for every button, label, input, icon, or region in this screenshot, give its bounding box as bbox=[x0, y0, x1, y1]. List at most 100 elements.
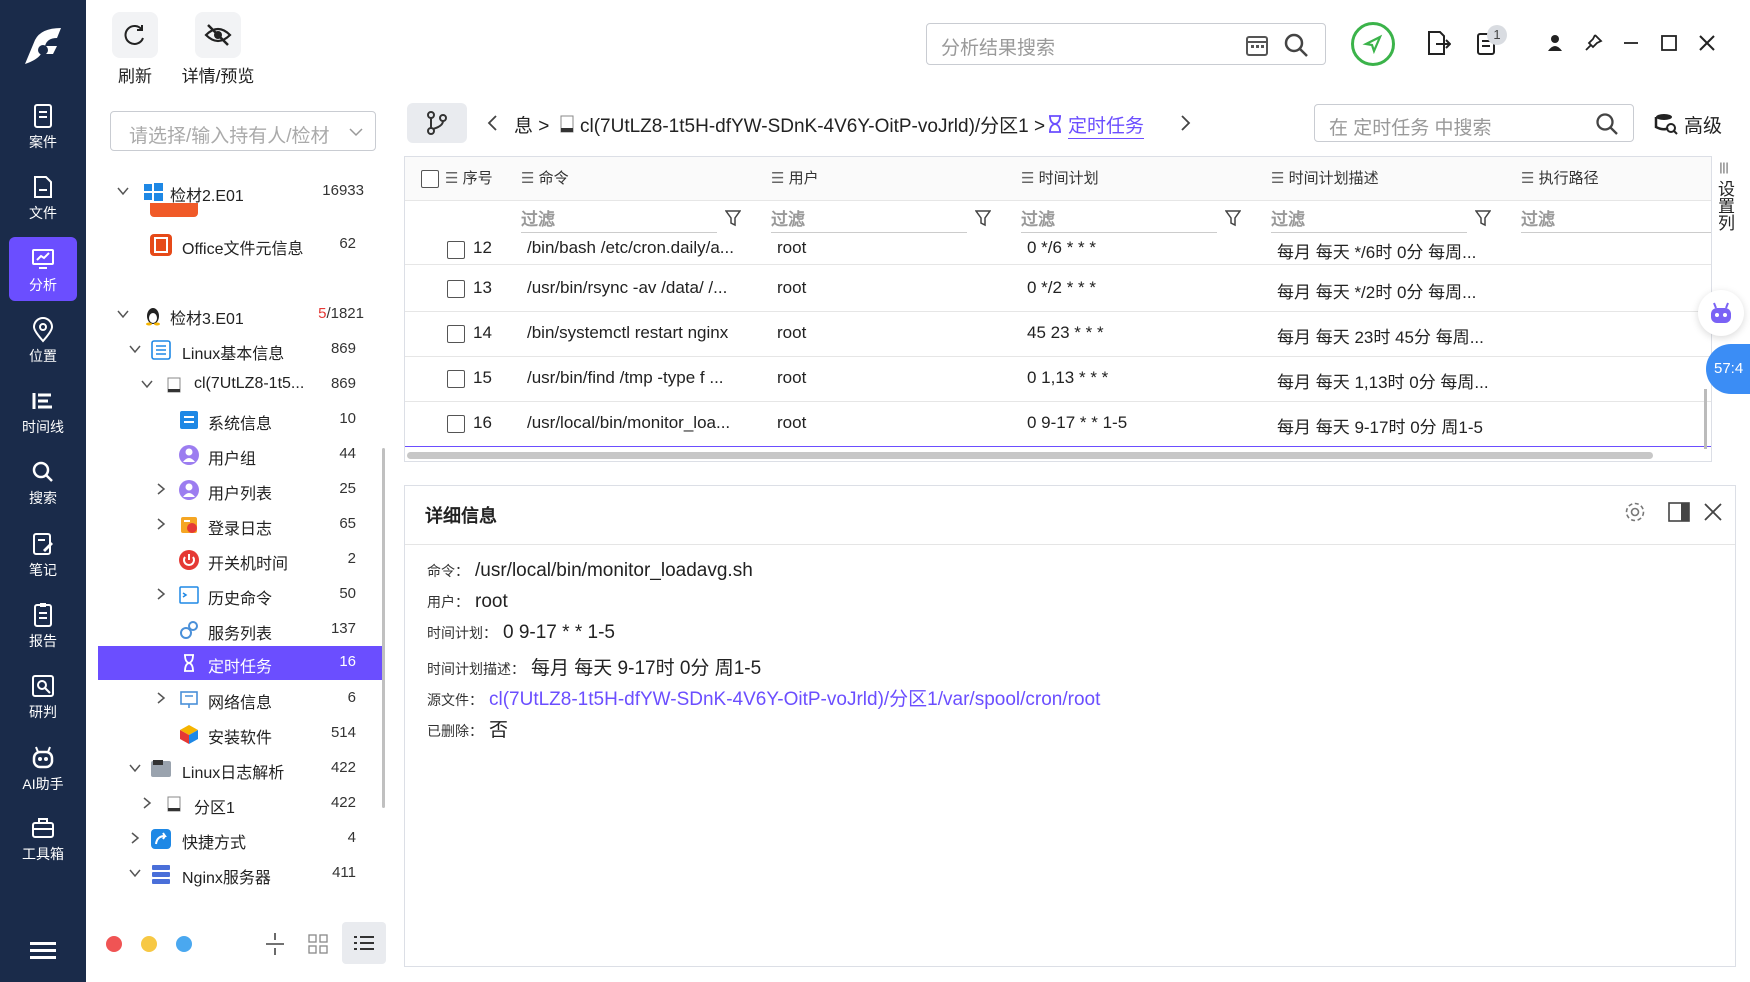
blue-filter-dot[interactable] bbox=[176, 936, 192, 952]
tree-item-login-log[interactable]: 登录日志 65 bbox=[98, 508, 382, 542]
breadcrumb-back-icon[interactable] bbox=[486, 114, 498, 132]
pin-icon[interactable] bbox=[1578, 28, 1608, 58]
list-view-button[interactable] bbox=[342, 922, 386, 964]
column-header-user[interactable]: ☰ 用户 bbox=[771, 157, 819, 201]
breadcrumb-forward-icon[interactable] bbox=[1180, 114, 1192, 132]
tree-label: 网络信息 bbox=[208, 695, 273, 712]
search-icon[interactable] bbox=[1283, 32, 1309, 58]
filter-schedule-desc[interactable]: 过滤 bbox=[1271, 205, 1467, 233]
settings-gear-icon[interactable] bbox=[1623, 500, 1647, 524]
detail-preview-button[interactable]: 详情/预览 bbox=[180, 12, 256, 87]
nav-search[interactable]: 搜索 bbox=[9, 450, 77, 514]
tree-scrollbar[interactable] bbox=[382, 448, 385, 808]
filter-schedule[interactable]: 过滤 bbox=[1021, 205, 1217, 233]
row-checkbox[interactable] bbox=[447, 415, 465, 433]
table-row[interactable]: 13 /usr/bin/rsync -av /data/ /... root 0… bbox=[405, 267, 1711, 312]
close-icon[interactable] bbox=[1703, 502, 1723, 522]
table-row[interactable]: 15 /usr/bin/find /tmp -type f ... root 0… bbox=[405, 357, 1711, 402]
close-icon[interactable] bbox=[1692, 28, 1722, 58]
table-row[interactable]: 12 /bin/bash /etc/cron.daily/a... root 0… bbox=[405, 237, 1711, 265]
row-checkbox[interactable] bbox=[447, 325, 465, 343]
tree-item-office-meta[interactable]: Office文件元信息 62 bbox=[98, 228, 382, 262]
filter-user[interactable]: 过滤 bbox=[771, 205, 967, 233]
nav-ai-assistant[interactable]: AI助手 bbox=[9, 736, 77, 800]
tree-item-usergroup[interactable]: 用户组 44 bbox=[98, 438, 382, 472]
minimize-icon[interactable] bbox=[1616, 28, 1646, 58]
split-panel-icon[interactable] bbox=[1667, 500, 1691, 524]
vertical-scrollbar[interactable] bbox=[1704, 389, 1707, 449]
user-icon[interactable] bbox=[1540, 28, 1570, 58]
file-icon bbox=[34, 176, 52, 198]
nav-report[interactable]: 报告 bbox=[9, 593, 77, 657]
nav-toolbox[interactable]: 工具箱 bbox=[9, 806, 77, 870]
tree-item-linux-basic[interactable]: Linux基本信息 869 bbox=[98, 333, 382, 367]
filter-icon[interactable] bbox=[725, 209, 741, 227]
column-header-command[interactable]: ☰ 命令 bbox=[521, 157, 569, 201]
owner-select[interactable]: 请选择/输入持有人/检材 bbox=[110, 111, 376, 151]
breadcrumb-current[interactable]: 定时任务 bbox=[1068, 111, 1145, 139]
filter-icon[interactable] bbox=[1225, 209, 1241, 227]
column-header-schedule[interactable]: ☰ 时间计划 bbox=[1021, 157, 1099, 201]
collapse-icon[interactable] bbox=[264, 932, 286, 956]
nav-timeline[interactable]: 时间线 bbox=[9, 379, 77, 443]
tree-item-userlist[interactable]: 用户列表 25 bbox=[98, 473, 382, 507]
nav-file[interactable]: 文件 bbox=[9, 165, 77, 229]
timer-widget[interactable]: 57:4 bbox=[1706, 344, 1750, 394]
maximize-icon[interactable] bbox=[1654, 28, 1684, 58]
nav-case[interactable]: 案件 bbox=[9, 94, 77, 158]
red-filter-dot[interactable] bbox=[106, 936, 122, 952]
tree-item-services[interactable]: 服务列表 137 bbox=[98, 613, 382, 647]
filter-icon[interactable] bbox=[975, 209, 991, 227]
tree-item-power[interactable]: 开关机时间 2 bbox=[98, 543, 382, 577]
row-checkbox[interactable] bbox=[447, 241, 465, 259]
table-row-selected[interactable]: 16 /usr/local/bin/monitor_loa... root 0 … bbox=[405, 402, 1711, 447]
nav-analysis[interactable]: 分析 bbox=[9, 237, 77, 301]
detail-field-command: 命令：/usr/local/bin/monitor_loadavg.sh bbox=[427, 560, 753, 581]
tree-item-sysinfo[interactable]: 系统信息 10 bbox=[98, 403, 382, 437]
tree-item-scheduled-tasks[interactable]: 定时任务 16 bbox=[98, 646, 382, 680]
detail-field-deleted: 已删除：否 bbox=[427, 720, 509, 741]
tree-item-nginx[interactable]: Nginx服务器 411 bbox=[98, 857, 382, 891]
tree-item-history[interactable]: 历史命令 50 bbox=[98, 578, 382, 612]
row-checkbox[interactable] bbox=[447, 280, 465, 298]
status-shield-icon[interactable] bbox=[1351, 22, 1395, 66]
menu-icon[interactable] bbox=[30, 940, 56, 962]
tree-item-evidence2[interactable]: 检材2.E01 16933 bbox=[98, 175, 382, 209]
breadcrumb-part[interactable]: cl(7UtLZ8-1t5H-dfYW-SDnK-4V6Y-OitP-voJrl… bbox=[580, 111, 1045, 138]
horizontal-scrollbar[interactable] bbox=[407, 452, 1653, 459]
table-search-input[interactable]: 在 定时任务 中搜索 bbox=[1314, 104, 1634, 142]
tree-item-evidence3[interactable]: 检材3.E01 5/1821 bbox=[98, 298, 382, 332]
filter-command[interactable]: 过滤 bbox=[521, 205, 717, 233]
table-row[interactable]: 14 /bin/systemctl restart nginx root 45 … bbox=[405, 312, 1711, 357]
column-header-exec-path[interactable]: ☰ 执行路径 bbox=[1521, 157, 1599, 201]
ai-bot-button[interactable] bbox=[1698, 290, 1744, 336]
tree-item-partition1[interactable]: 分区1 422 bbox=[98, 787, 382, 821]
search-icon[interactable] bbox=[1595, 112, 1619, 136]
tree-item-shortcut[interactable]: 快捷方式 4 bbox=[98, 822, 382, 856]
column-settings-tab[interactable]: ||| 设置列 bbox=[1712, 156, 1736, 274]
analysis-search-input[interactable]: 分析结果搜索 bbox=[926, 23, 1326, 65]
list-icon bbox=[151, 340, 171, 360]
source-file-link[interactable]: cl(7UtLZ8-1t5H-dfYW-SDnK-4V6Y-OitP-voJrl… bbox=[489, 689, 1100, 710]
export-icon[interactable] bbox=[1423, 28, 1453, 58]
select-all-checkbox[interactable] bbox=[421, 170, 439, 188]
tree-item-network[interactable]: 网络信息 6 bbox=[98, 682, 382, 716]
breadcrumb-part[interactable]: 息 > bbox=[514, 111, 549, 138]
row-checkbox[interactable] bbox=[447, 370, 465, 388]
nav-location[interactable]: 位置 bbox=[9, 308, 77, 372]
tree-item-partition-root[interactable]: cl(7UtLZ8-1t5... 869 bbox=[98, 368, 382, 402]
calendar-icon[interactable] bbox=[1245, 33, 1269, 57]
branch-view-button[interactable] bbox=[407, 103, 467, 143]
nav-note[interactable]: 笔记 bbox=[9, 522, 77, 586]
refresh-button[interactable]: 刷新 bbox=[112, 12, 158, 87]
nav-judge[interactable]: 研判 bbox=[9, 664, 77, 728]
tree-item-software[interactable]: 安装软件 514 bbox=[98, 717, 382, 751]
cell-schedule: 0 1,13 * * * bbox=[1027, 368, 1109, 387]
column-header-index[interactable]: ☰ 序号 bbox=[445, 157, 493, 201]
yellow-filter-dot[interactable] bbox=[141, 936, 157, 952]
grid-view-icon[interactable] bbox=[308, 934, 328, 954]
column-header-schedule-desc[interactable]: ☰ 时间计划描述 bbox=[1271, 157, 1379, 201]
tree-item-linux-log[interactable]: Linux日志解析 422 bbox=[98, 752, 382, 786]
filter-exec-path[interactable]: 过滤 bbox=[1521, 205, 1711, 233]
filter-icon[interactable] bbox=[1475, 209, 1491, 227]
